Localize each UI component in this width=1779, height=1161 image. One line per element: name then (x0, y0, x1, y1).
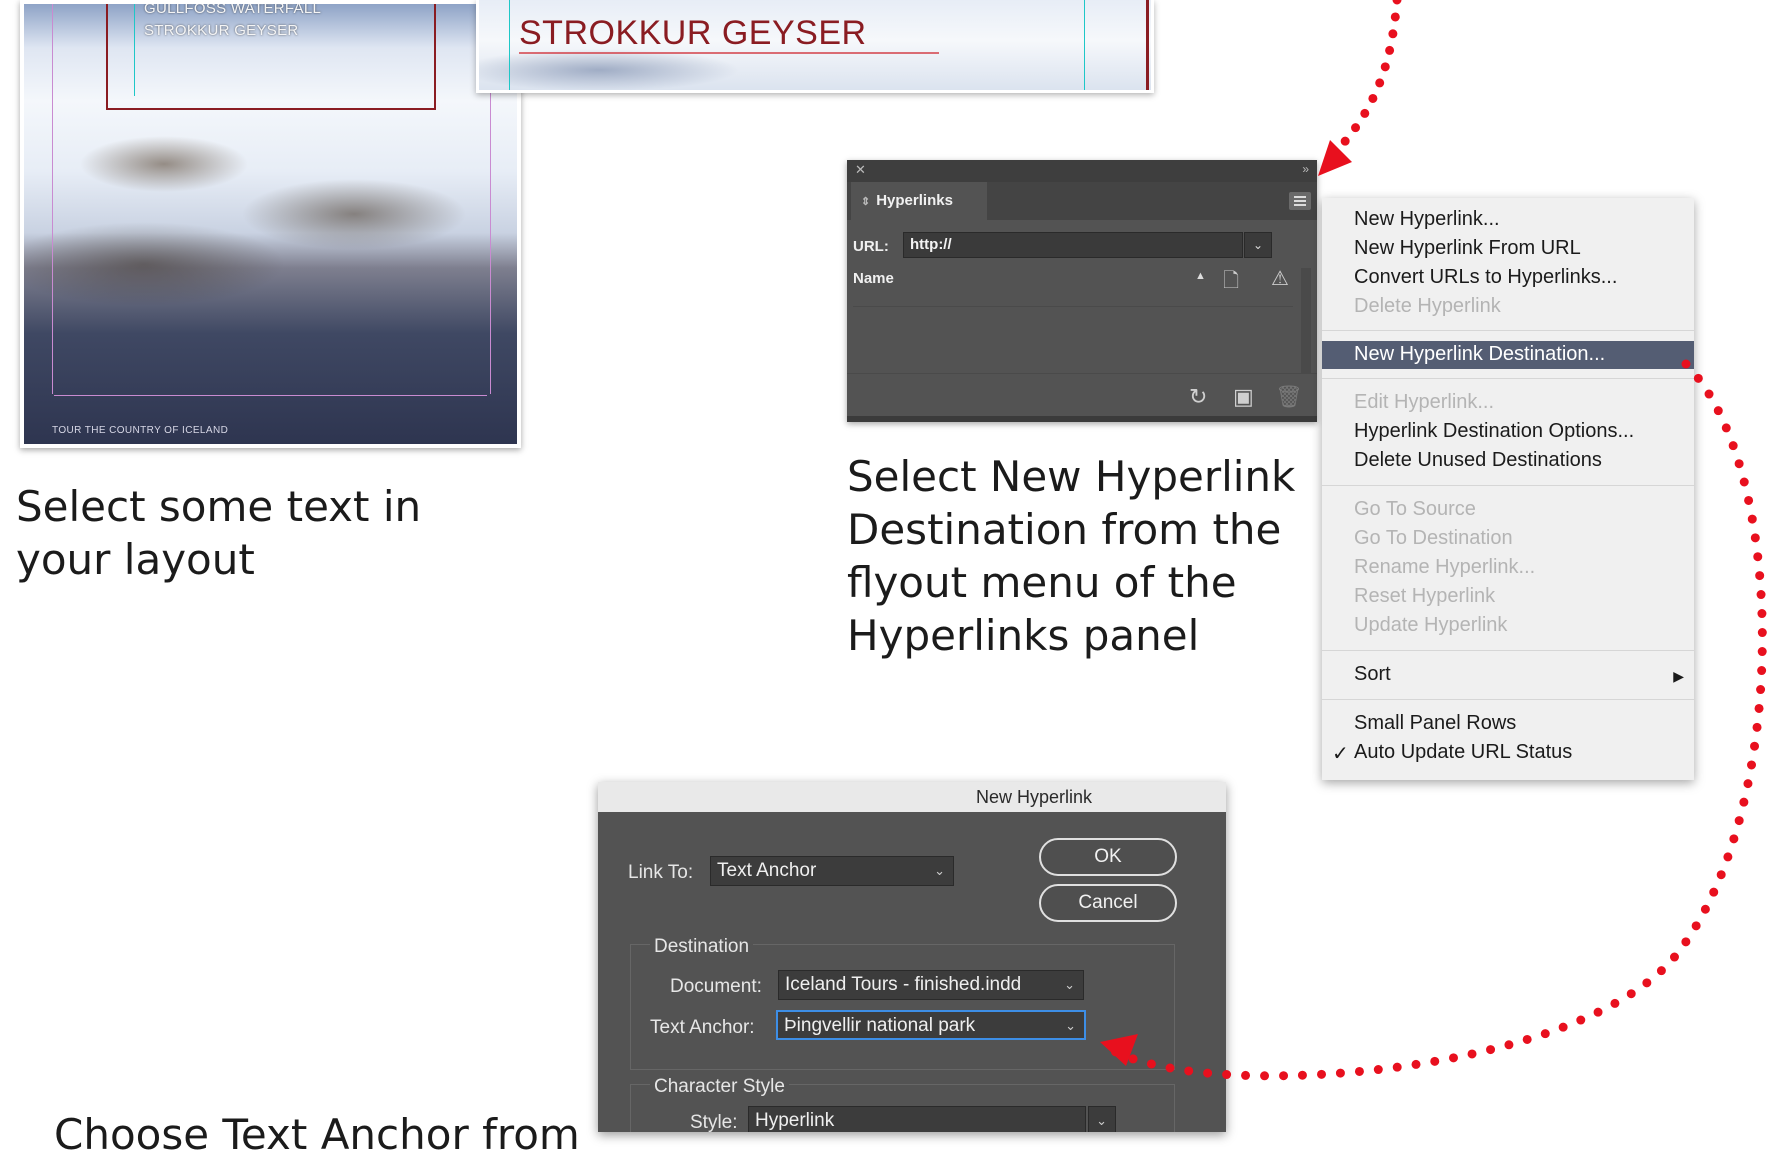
arrowhead-icon (1318, 140, 1352, 176)
annotation-arrows (1100, 0, 1767, 1081)
annotation-arrow-to-panel (1323, 0, 1402, 165)
annotation-arrow-to-dialog (1107, 359, 1767, 1081)
